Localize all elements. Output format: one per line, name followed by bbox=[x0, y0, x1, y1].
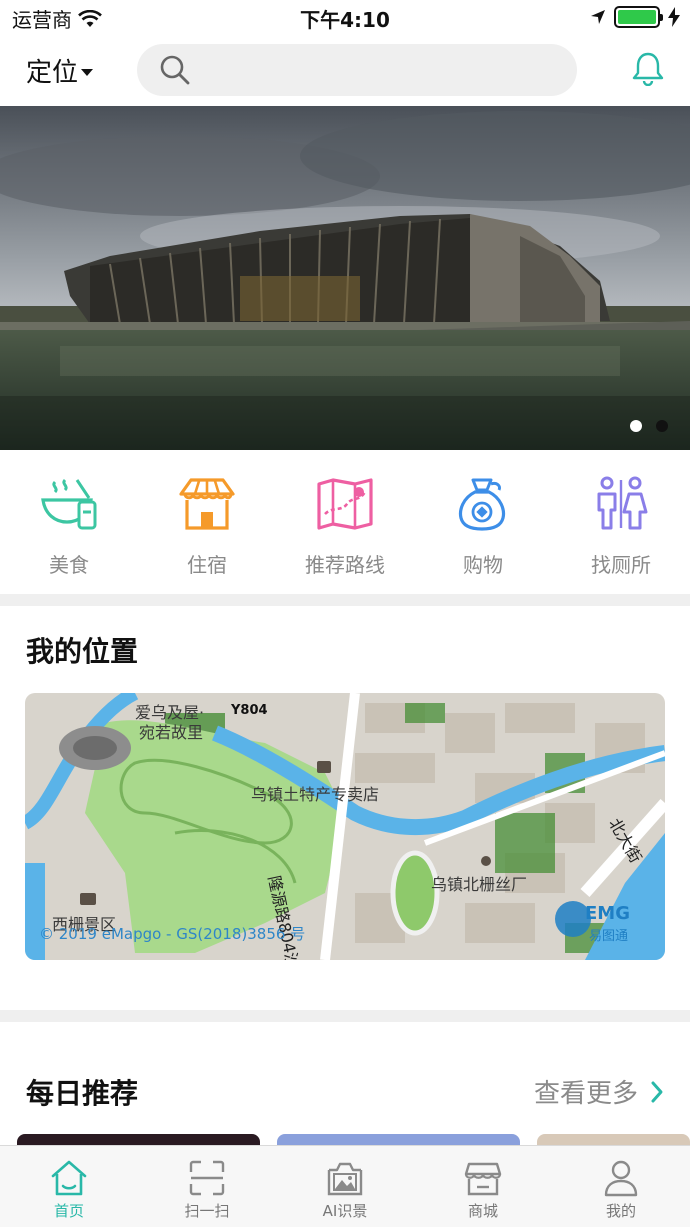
tab-ai-recognition[interactable]: AI识景 bbox=[276, 1146, 414, 1227]
chevron-right-icon bbox=[651, 1081, 663, 1102]
charging-bolt-icon bbox=[668, 7, 680, 27]
map-route-icon bbox=[317, 478, 373, 530]
category-label: 美食 bbox=[49, 553, 89, 577]
location-label: 定位 bbox=[26, 58, 79, 88]
search-input[interactable] bbox=[207, 44, 557, 96]
location-dropdown[interactable]: 定位 bbox=[26, 52, 94, 89]
status-time: 下午4:10 bbox=[300, 8, 390, 32]
category-restroom[interactable]: 找厕所 bbox=[552, 450, 690, 594]
status-right bbox=[590, 6, 680, 28]
banner-dot-2[interactable] bbox=[656, 420, 668, 432]
home-icon bbox=[51, 1160, 87, 1196]
category-label: 推荐路线 bbox=[305, 553, 385, 577]
profile-icon bbox=[604, 1160, 638, 1197]
map-canvas bbox=[25, 693, 665, 960]
search-bar[interactable] bbox=[137, 44, 577, 96]
see-more-label: 查看更多 bbox=[533, 1079, 638, 1109]
search-icon bbox=[160, 55, 190, 85]
location-arrow-icon bbox=[591, 10, 605, 24]
tab-label: AI识景 bbox=[322, 1202, 368, 1220]
top-header: 定位 bbox=[0, 36, 690, 106]
category-label: 住宿 bbox=[187, 553, 227, 577]
section-divider bbox=[0, 594, 690, 606]
map-label-road-code: Y804 bbox=[231, 703, 268, 718]
map-label-place-2: 宛若故里 bbox=[139, 723, 204, 742]
bell-icon[interactable] bbox=[630, 50, 666, 86]
tab-profile[interactable]: 我的 bbox=[552, 1146, 690, 1227]
category-lodging[interactable]: 住宿 bbox=[138, 450, 276, 594]
house-icon bbox=[179, 478, 235, 530]
image-recognition-icon bbox=[327, 1162, 363, 1196]
category-route[interactable]: 推荐路线 bbox=[276, 450, 414, 594]
map-logo-sub: 易图通 bbox=[589, 929, 629, 944]
section-divider bbox=[0, 1010, 690, 1022]
map-label-shop: 乌镇土特产专卖店 bbox=[251, 785, 380, 804]
category-grid: 美食 住宿 推荐路线 购物 找厕所 bbox=[0, 450, 690, 594]
restroom-icon bbox=[597, 476, 648, 530]
bottom-tab-bar: 首页 扫一扫 AI识景 商城 我的 bbox=[0, 1145, 690, 1227]
category-food[interactable]: 美食 bbox=[0, 450, 138, 594]
tab-label: 首页 bbox=[53, 1202, 84, 1220]
caret-down-icon bbox=[81, 69, 94, 76]
money-bag-icon bbox=[458, 478, 506, 531]
map-copyright: © 2019 eMapgo - GS(2018)3856 号 bbox=[39, 925, 306, 943]
tab-label: 扫一扫 bbox=[184, 1202, 230, 1220]
tab-label: 我的 bbox=[605, 1202, 636, 1220]
scan-icon bbox=[189, 1160, 225, 1196]
tab-shop[interactable]: 商城 bbox=[414, 1146, 552, 1227]
banner-photo bbox=[0, 106, 690, 450]
tab-label: 商城 bbox=[467, 1202, 498, 1220]
location-map[interactable]: 爱乌及屋· 宛若故里 Y804 乌镇土特产专卖店 隆源路804沙道 乌镇北栅丝厂… bbox=[25, 693, 665, 960]
shop-icon bbox=[464, 1162, 502, 1196]
food-bowl-icon bbox=[41, 478, 97, 530]
tab-home[interactable]: 首页 bbox=[0, 1146, 138, 1227]
my-location-title: 我的位置 bbox=[26, 635, 139, 668]
daily-title: 每日推荐 bbox=[26, 1077, 139, 1110]
banner-dot-1[interactable] bbox=[630, 420, 642, 432]
category-label: 购物 bbox=[463, 553, 503, 577]
status-bar: 运营商 下午4:10 bbox=[0, 0, 690, 36]
map-label-factory: 乌镇北栅丝厂 bbox=[431, 875, 528, 894]
hero-banner[interactable] bbox=[0, 106, 690, 450]
category-shopping[interactable]: 购物 bbox=[414, 450, 552, 594]
banner-pagination bbox=[630, 420, 668, 432]
category-label: 找厕所 bbox=[591, 553, 651, 577]
tab-scan[interactable]: 扫一扫 bbox=[138, 1146, 276, 1227]
battery-icon bbox=[614, 6, 663, 28]
see-more-link[interactable]: 查看更多 bbox=[534, 1073, 664, 1110]
map-logo-text: EMG bbox=[585, 903, 630, 924]
